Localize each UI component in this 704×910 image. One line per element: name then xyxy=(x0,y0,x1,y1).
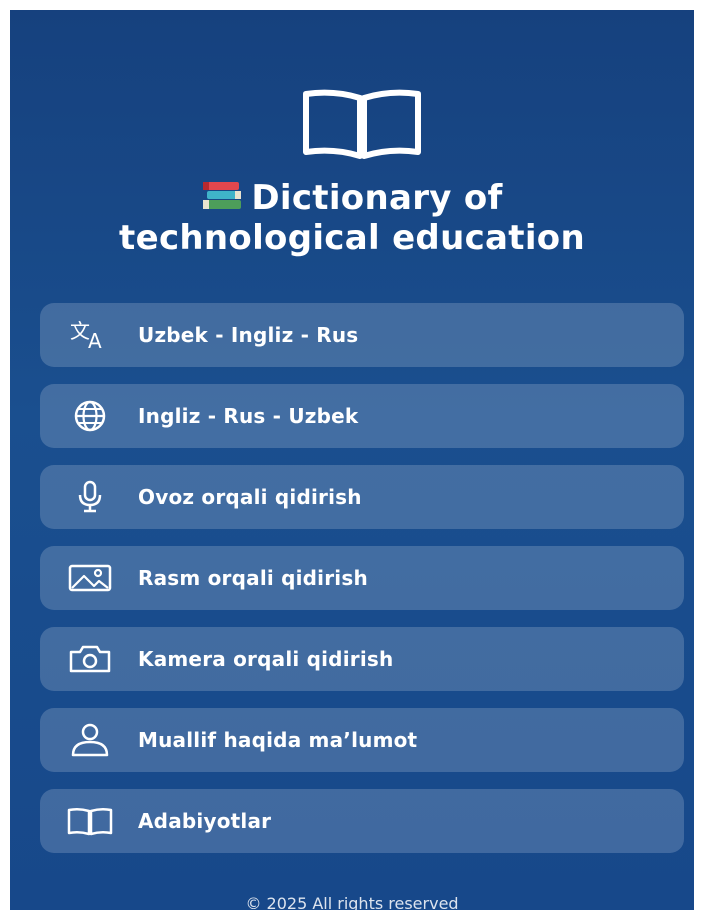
books-emoji-icon xyxy=(203,182,242,209)
menu-item-literature[interactable]: Adabiyotlar xyxy=(40,789,684,853)
title-text-line-1: Dictionary of xyxy=(251,178,503,218)
microphone-icon xyxy=(66,480,114,514)
menu-item-ingliz-rus-uzbek[interactable]: Ingliz - Rus - Uzbek xyxy=(40,384,684,448)
menu-item-image-search[interactable]: Rasm orqali qidirish xyxy=(40,546,684,610)
footer-copyright: © 2025 All rights reserved xyxy=(245,894,459,910)
svg-text:文: 文 xyxy=(70,320,90,343)
menu-item-voice-search[interactable]: Ovoz orqali qidirish xyxy=(40,465,684,529)
globe-icon xyxy=(66,399,114,433)
image-icon xyxy=(66,561,114,595)
menu-item-label: Rasm orqali qidirish xyxy=(138,566,368,590)
svg-text:A: A xyxy=(88,329,102,350)
menu-item-label: Ovoz orqali qidirish xyxy=(138,485,362,509)
menu-item-label: Kamera orqali qidirish xyxy=(138,647,394,671)
menu-item-label: Muallif haqida ma’lumot xyxy=(138,728,418,752)
book-icon xyxy=(66,804,114,838)
app-screen: Dictionary of technological education 文 … xyxy=(10,10,694,910)
menu-item-camera-search[interactable]: Kamera orqali qidirish xyxy=(40,627,684,691)
camera-icon xyxy=(66,642,114,676)
menu-item-label: Uzbek - Ingliz - Rus xyxy=(138,323,359,347)
title-text-line-2: technological education xyxy=(119,218,585,258)
person-icon xyxy=(66,723,114,757)
open-book-icon xyxy=(303,89,421,159)
title-line-1: Dictionary of xyxy=(10,178,694,218)
menu-item-uzbek-ingliz-rus[interactable]: 文 A Uzbek - Ingliz - Rus xyxy=(40,303,684,367)
app-title: Dictionary of technological education xyxy=(10,178,694,258)
menu-item-label: Ingliz - Rus - Uzbek xyxy=(138,404,359,428)
menu-item-author-info[interactable]: Muallif haqida ma’lumot xyxy=(40,708,684,772)
translate-icon: 文 A xyxy=(66,318,114,352)
menu-item-label: Adabiyotlar xyxy=(138,809,272,833)
